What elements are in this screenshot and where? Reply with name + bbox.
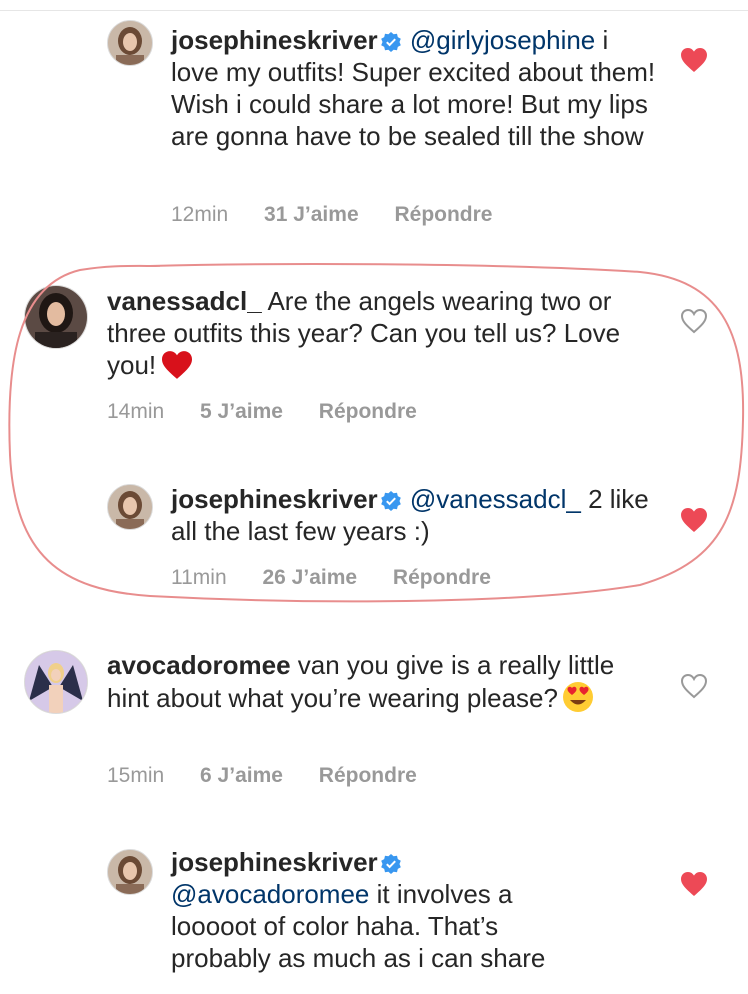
username[interactable]: josephineskriver [171, 484, 378, 514]
reply-button[interactable]: Répondre [319, 400, 417, 423]
avatar[interactable] [107, 484, 153, 530]
comment-time: 15min [107, 764, 165, 787]
heart-filled-icon[interactable] [680, 47, 708, 73]
heart-outline-icon[interactable] [680, 308, 708, 334]
verified-badge-icon [380, 32, 401, 52]
likes-count-link[interactable]: 5 J’aime [200, 400, 283, 423]
comment-time: 14min [107, 400, 165, 423]
heart-outline-icon[interactable] [680, 673, 708, 699]
avatar[interactable] [107, 20, 153, 66]
reply-button[interactable]: Répondre [393, 566, 491, 589]
username[interactable]: josephineskriver [171, 25, 378, 55]
likes-count-link[interactable]: 31 J’aime [264, 203, 359, 226]
likes-count-link[interactable]: 26 J’aime [262, 566, 357, 589]
reply-button[interactable]: Répondre [394, 203, 492, 226]
verified-badge-icon [380, 491, 401, 511]
avatar[interactable] [24, 285, 88, 349]
username[interactable]: vanessadcl_ [107, 286, 262, 316]
username[interactable]: josephineskriver [171, 847, 378, 877]
top-divider [0, 0, 748, 11]
likes-count-link[interactable]: 6 J’aime [200, 764, 283, 787]
mention-link[interactable]: @avocadoromee [171, 879, 369, 909]
avatar[interactable] [24, 650, 88, 714]
comment-time: 11min [171, 566, 227, 589]
mention-link[interactable]: @girlyjosephine [410, 25, 595, 55]
red-heart-emoji-icon [162, 351, 193, 379]
heart-filled-icon[interactable] [680, 507, 708, 533]
avatar[interactable] [107, 849, 153, 895]
mention-link[interactable]: @vanessadcl_ [410, 484, 581, 514]
comment-time: 12min [171, 203, 229, 226]
reply-button[interactable]: Répondre [319, 764, 417, 787]
heart-filled-icon[interactable] [680, 871, 708, 897]
verified-badge-icon [380, 854, 401, 874]
heart-eyes-emoji-icon [562, 682, 593, 712]
username[interactable]: avocadoromee [107, 650, 291, 680]
